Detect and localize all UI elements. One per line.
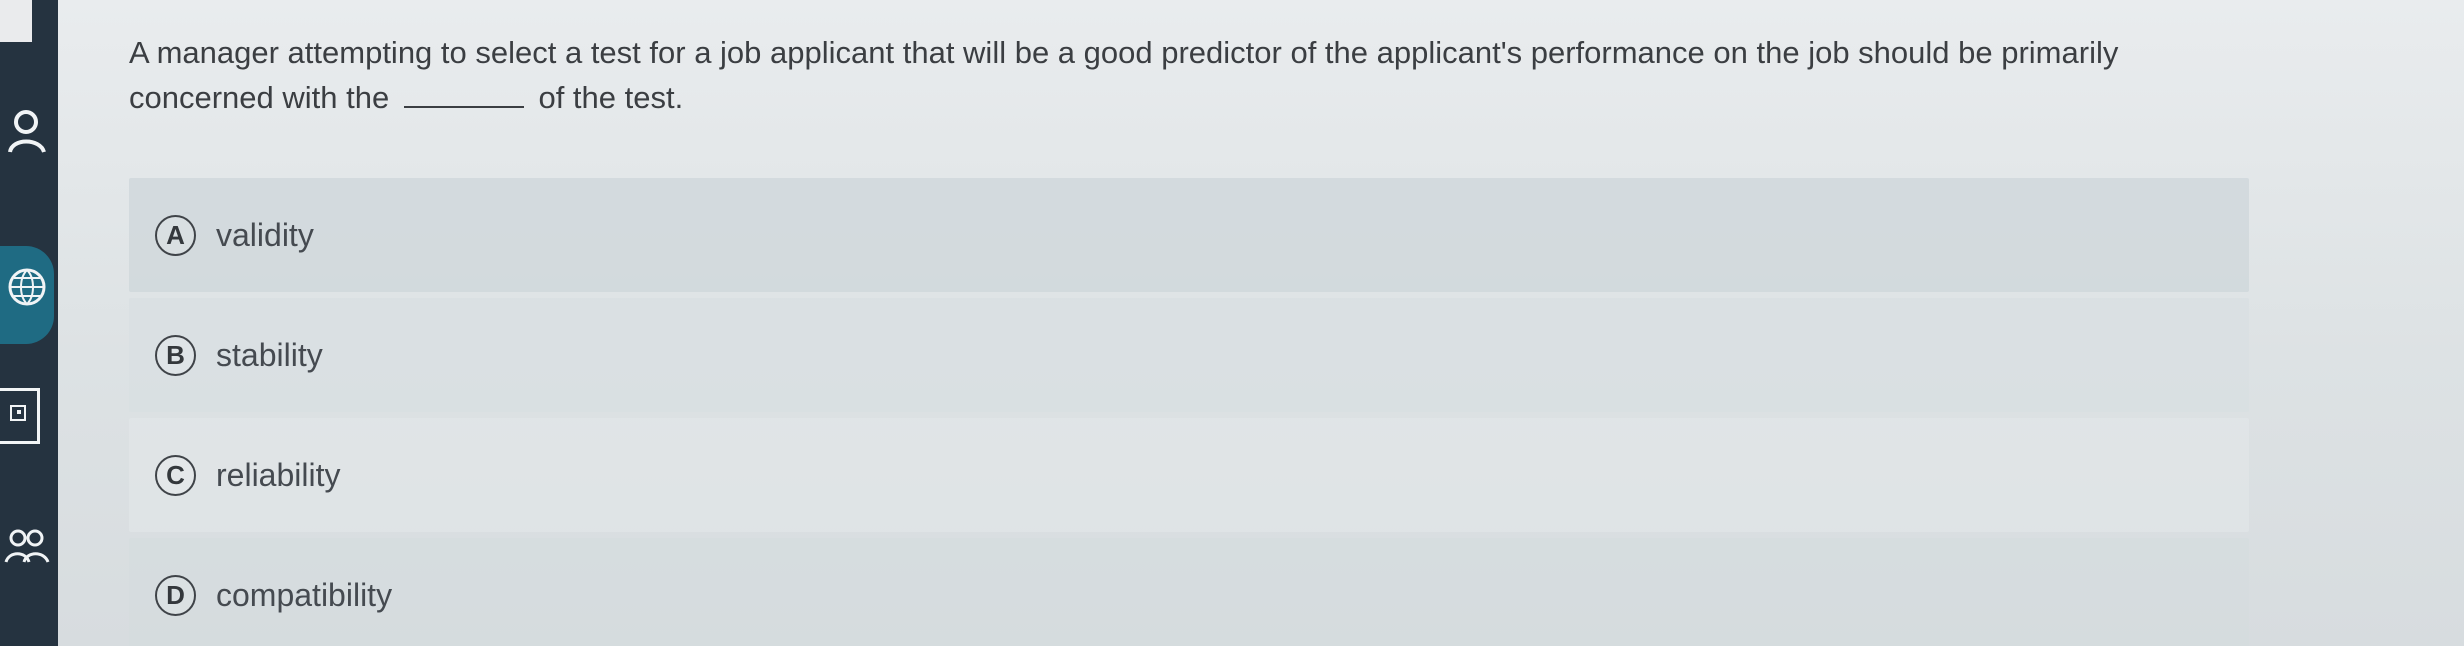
option-label-d: compatibility: [216, 577, 393, 613]
option-a[interactable]: A validity: [129, 178, 2249, 292]
option-b[interactable]: B stability: [129, 298, 2249, 412]
option-c[interactable]: C reliability: [129, 418, 2249, 532]
option-d[interactable]: D compatibility: [129, 538, 2249, 646]
question-text: A manager attempting to select a test fo…: [129, 30, 2259, 120]
people-icon[interactable]: [4, 526, 50, 572]
quiz-page: A manager attempting to select a test fo…: [0, 0, 2464, 646]
answer-blank: [403, 79, 524, 108]
option-label-a: validity: [216, 217, 314, 253]
answer-options: A validity B stability C reliability D c…: [129, 178, 2249, 646]
globe-icon[interactable]: [4, 264, 50, 310]
question-after-blank: of the test.: [538, 80, 684, 115]
user-icon[interactable]: [4, 108, 50, 154]
side-rail: [0, 0, 58, 646]
option-label-b: stability: [216, 337, 323, 373]
document-icon[interactable]: [0, 388, 40, 444]
option-letter-b: B: [155, 334, 196, 376]
option-letter-c: C: [155, 454, 196, 496]
option-label-c: reliability: [216, 457, 341, 493]
menu-icon[interactable]: [0, 0, 32, 42]
option-letter-a: A: [155, 214, 196, 256]
option-letter-d: D: [155, 574, 196, 616]
